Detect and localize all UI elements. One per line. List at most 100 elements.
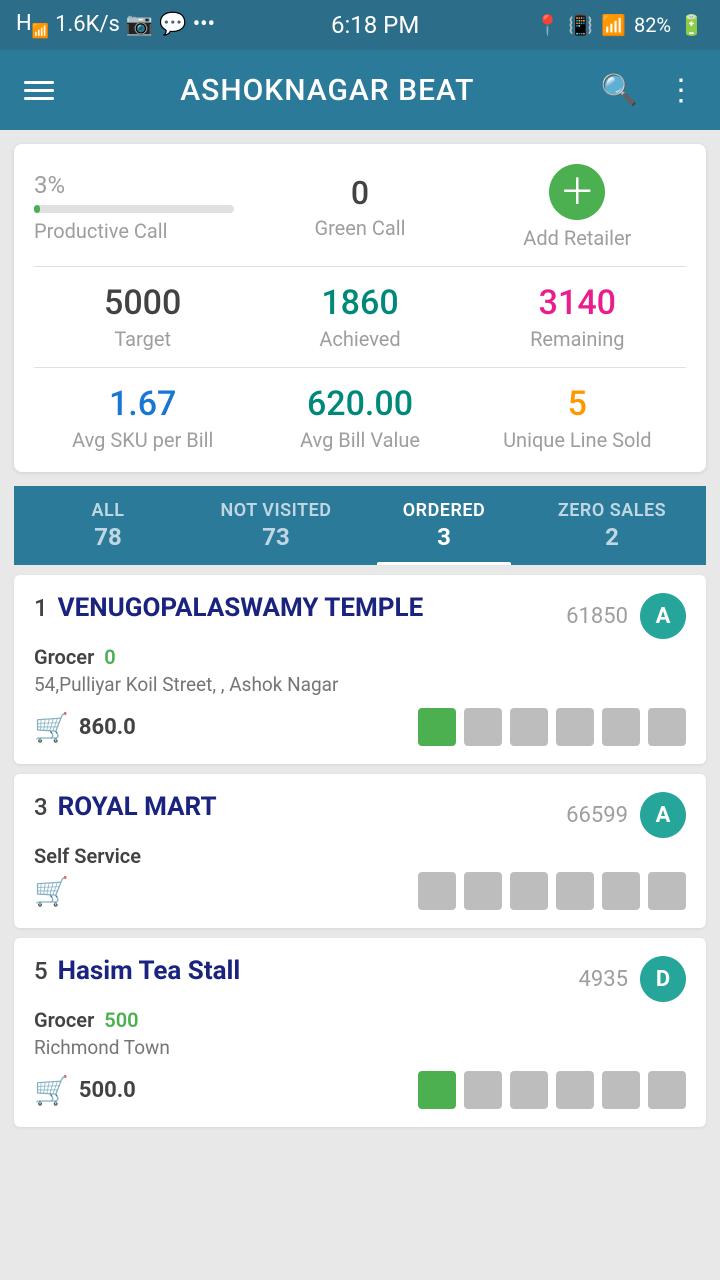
status-dot bbox=[510, 708, 548, 746]
cart-icon: 🛒 bbox=[34, 875, 69, 908]
tab-count: 78 bbox=[94, 523, 122, 551]
progress-bar-fill bbox=[34, 205, 40, 213]
achieved-label: Achieved bbox=[319, 327, 400, 351]
store-type-row: Grocer 0 bbox=[34, 645, 686, 669]
status-dot bbox=[464, 1071, 502, 1109]
avg-bill-value: 620.00 bbox=[307, 384, 413, 424]
store-type: Grocer bbox=[34, 1008, 94, 1032]
summary-mid-row: 5000 Target 1860 Achieved 3140 Remaining bbox=[34, 267, 686, 368]
store-name: VENUGOPALASWAMY TEMPLE bbox=[58, 593, 424, 623]
achieved-value: 1860 bbox=[321, 283, 398, 323]
remaining-stat: 3140 Remaining bbox=[469, 283, 686, 351]
cart-section: 🛒 860.0 bbox=[34, 711, 136, 744]
tab-count: 3 bbox=[437, 523, 451, 551]
tab-label: ORDERED bbox=[403, 500, 486, 521]
plus-icon: ＋ bbox=[559, 174, 595, 210]
tab-label: ZERO SALES bbox=[558, 500, 666, 521]
page-title: ASHOKNAGAR BEAT bbox=[180, 73, 474, 108]
unique-line-label: Unique Line Sold bbox=[503, 428, 652, 452]
cart-icon: 🛒 bbox=[34, 711, 69, 744]
add-retailer-button[interactable]: ＋ bbox=[549, 164, 605, 220]
store-type-row: Self Service bbox=[34, 844, 686, 868]
store-header: 5 Hasim Tea Stall 4935 D bbox=[34, 956, 686, 1002]
productive-call-section: 3% Productive Call bbox=[34, 171, 251, 243]
store-address: 54,Pulliyar Koil Street, , Ashok Nagar bbox=[34, 673, 686, 696]
store-header-right: 4935 D bbox=[579, 956, 686, 1002]
store-address: Richmond Town bbox=[34, 1036, 686, 1059]
more-options-button[interactable]: ⋮ bbox=[666, 73, 696, 108]
target-label: Target bbox=[114, 327, 171, 351]
status-dot bbox=[418, 1071, 456, 1109]
tab-zero-sales[interactable]: ZERO SALES 2 bbox=[528, 486, 696, 565]
productive-pct: 3% bbox=[34, 171, 65, 199]
progress-bar bbox=[34, 205, 234, 213]
battery-icon: 🔋 bbox=[679, 13, 704, 37]
store-id: 61850 bbox=[566, 604, 628, 629]
store-id: 4935 bbox=[579, 967, 628, 992]
network-speed: 1.6K/s bbox=[55, 12, 120, 37]
tab-label: ALL bbox=[92, 500, 125, 521]
store-name: Hasim Tea Stall bbox=[58, 956, 241, 986]
status-dot bbox=[602, 872, 640, 910]
tab-all[interactable]: ALL 78 bbox=[24, 486, 192, 565]
store-avatar: A bbox=[640, 792, 686, 838]
store-card[interactable]: 3 ROYAL MART 66599 A Self Service 🛒 bbox=[14, 774, 706, 928]
store-header-left: 1 VENUGOPALASWAMY TEMPLE bbox=[34, 593, 566, 623]
summary-top-row: 3% Productive Call 0 Green Call ＋ Add Re… bbox=[34, 164, 686, 267]
status-dot bbox=[648, 1071, 686, 1109]
camera-icon: 📷 bbox=[126, 12, 153, 37]
store-type: Self Service bbox=[34, 844, 141, 868]
store-card[interactable]: 5 Hasim Tea Stall 4935 D Grocer 500 Rich… bbox=[14, 938, 706, 1127]
store-footer: 🛒 860.0 bbox=[34, 708, 686, 746]
avg-bill-label: Avg Bill Value bbox=[300, 428, 420, 452]
store-number: 1 bbox=[34, 594, 48, 622]
target-stat: 5000 Target bbox=[34, 283, 251, 351]
search-button[interactable]: 🔍 bbox=[601, 73, 638, 108]
store-avatar: A bbox=[640, 593, 686, 639]
cart-section: 🛒 bbox=[34, 875, 69, 908]
achieved-stat: 1860 Achieved bbox=[251, 283, 468, 351]
cart-icon: 🛒 bbox=[34, 1074, 69, 1107]
status-dot bbox=[602, 708, 640, 746]
avg-sku-value: 1.67 bbox=[109, 384, 176, 424]
store-order-count: 500 bbox=[104, 1008, 138, 1032]
cart-value: 500.0 bbox=[79, 1078, 136, 1103]
store-number: 5 bbox=[34, 957, 48, 985]
store-card[interactable]: 1 VENUGOPALASWAMY TEMPLE 61850 A Grocer … bbox=[14, 575, 706, 764]
location-icon: 📍 bbox=[535, 13, 560, 37]
status-dot bbox=[464, 708, 502, 746]
store-header: 1 VENUGOPALASWAMY TEMPLE 61850 A bbox=[34, 593, 686, 639]
store-name: ROYAL MART bbox=[58, 792, 217, 822]
green-call-section: 0 Green Call bbox=[251, 174, 468, 240]
unique-line-value: 5 bbox=[568, 384, 587, 424]
battery-level: 82% bbox=[634, 13, 671, 37]
remaining-value: 3140 bbox=[539, 283, 616, 323]
wifi-icon: 📶 bbox=[601, 13, 626, 37]
tab-label: NOT VISITED bbox=[221, 500, 332, 521]
tab-not-visited[interactable]: NOT VISITED 73 bbox=[192, 486, 360, 565]
summary-card: 3% Productive Call 0 Green Call ＋ Add Re… bbox=[14, 144, 706, 472]
tab-count: 2 bbox=[605, 523, 619, 551]
store-list: 1 VENUGOPALASWAMY TEMPLE 61850 A Grocer … bbox=[0, 575, 720, 1127]
store-order-count: 0 bbox=[104, 645, 115, 669]
status-dot bbox=[556, 708, 594, 746]
cart-value: 860.0 bbox=[79, 715, 136, 740]
top-bar: ASHOKNAGAR BEAT 🔍 ⋮ bbox=[0, 50, 720, 130]
store-header-left: 5 Hasim Tea Stall bbox=[34, 956, 579, 986]
add-retailer-section: ＋ Add Retailer bbox=[469, 164, 686, 250]
avg-sku-stat: 1.67 Avg SKU per Bill bbox=[34, 384, 251, 452]
store-header-right: 66599 A bbox=[566, 792, 686, 838]
status-bar: H📶 1.6K/s 📷 💬 ••• 6:18 PM 📍 📳 📶 82% 🔋 bbox=[0, 0, 720, 50]
status-time: 6:18 PM bbox=[331, 11, 419, 39]
store-number: 3 bbox=[34, 793, 48, 821]
store-footer: 🛒 500.0 bbox=[34, 1071, 686, 1109]
remaining-label: Remaining bbox=[530, 327, 624, 351]
status-dots bbox=[418, 1071, 686, 1109]
status-dot bbox=[510, 1071, 548, 1109]
menu-button[interactable] bbox=[24, 81, 54, 100]
green-call-label: Green Call bbox=[314, 216, 405, 240]
store-type-row: Grocer 500 bbox=[34, 1008, 686, 1032]
status-right: 📍 📳 📶 82% 🔋 bbox=[535, 13, 704, 37]
tab-ordered[interactable]: ORDERED 3 bbox=[360, 486, 528, 565]
status-dot bbox=[464, 872, 502, 910]
